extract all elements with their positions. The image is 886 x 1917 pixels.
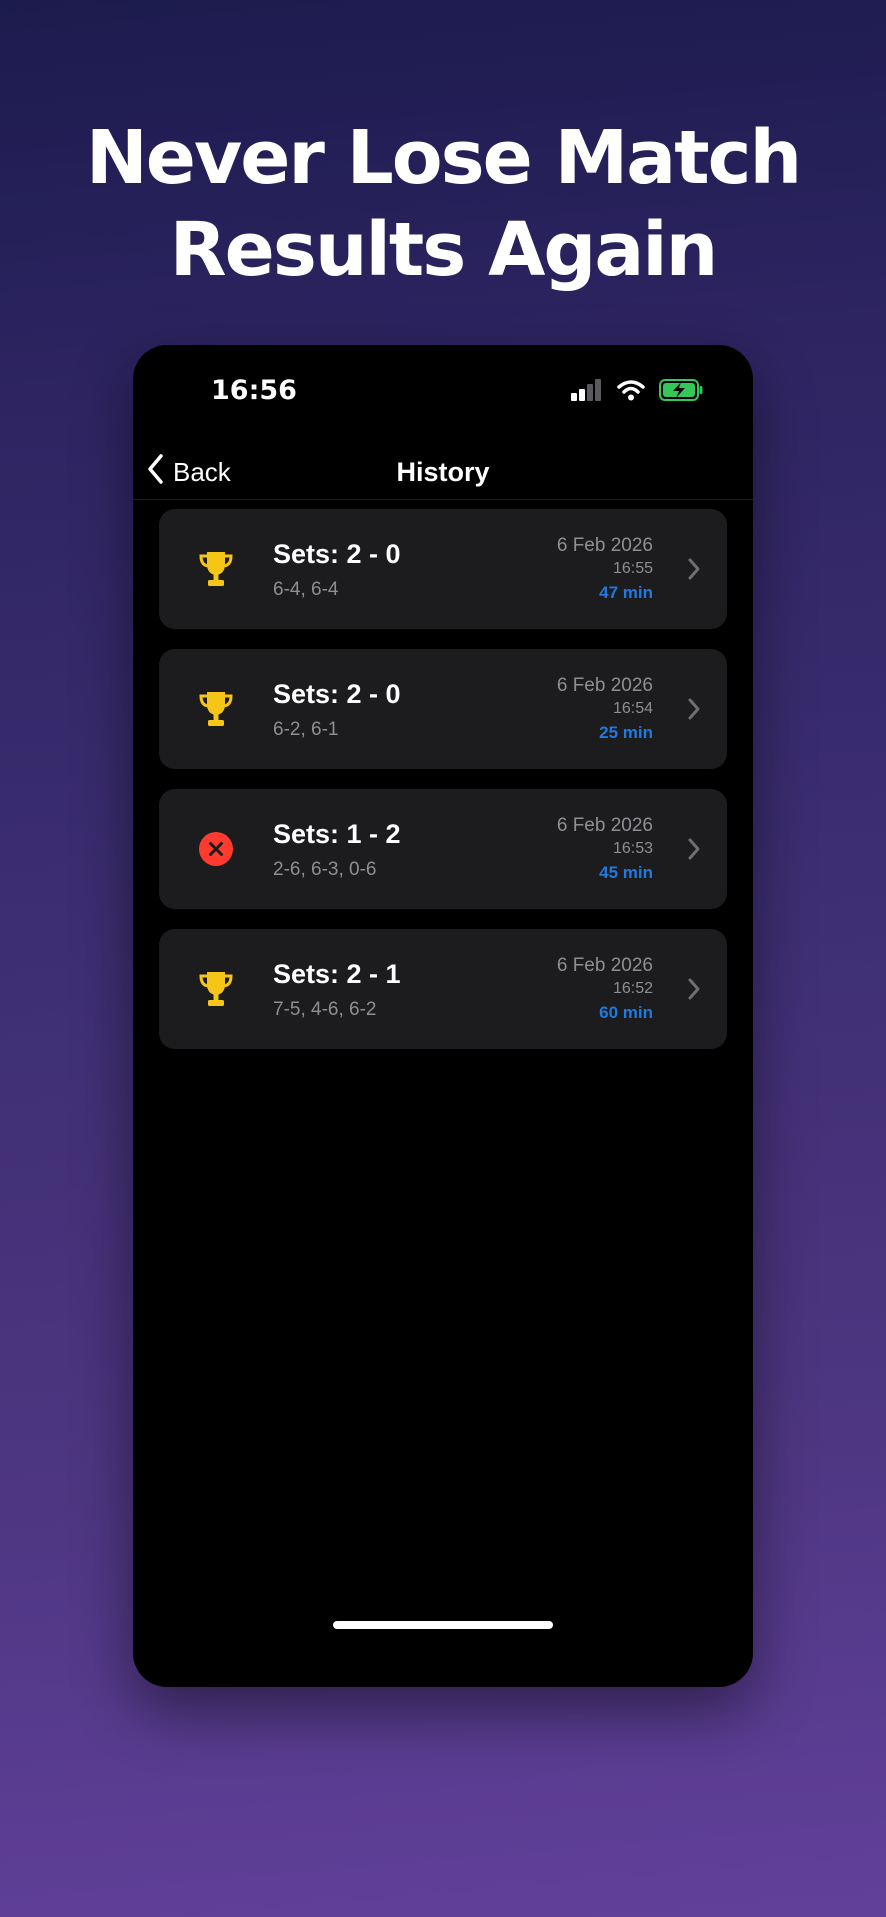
back-label: Back xyxy=(173,456,231,487)
match-row[interactable]: Sets: 1 - 2 2-6, 6-3, 0-6 6 Feb 2026 16:… xyxy=(159,789,727,909)
match-sets: Sets: 2 - 0 xyxy=(273,539,401,569)
trophy-icon xyxy=(197,550,235,588)
match-time: 16:55 xyxy=(612,560,653,577)
match-scores: 6-2, 6-1 xyxy=(273,719,339,740)
trophy-icon xyxy=(197,970,235,1008)
chevron-left-icon xyxy=(147,453,163,491)
match-duration: 47 min xyxy=(599,583,653,602)
match-sets: Sets: 2 - 0 xyxy=(273,679,401,709)
match-duration: 60 min xyxy=(599,1003,653,1022)
match-row[interactable]: Sets: 2 - 0 6-4, 6-4 6 Feb 2026 16:55 47… xyxy=(159,509,727,629)
chevron-right-icon xyxy=(687,837,701,866)
match-time: 16:53 xyxy=(612,840,653,857)
status-time: 16:56 xyxy=(211,375,297,406)
match-date: 6 Feb 2026 xyxy=(556,535,653,556)
match-date: 6 Feb 2026 xyxy=(556,815,653,836)
cellular-signal-icon xyxy=(571,379,603,406)
match-time: 16:52 xyxy=(612,980,653,997)
status-icons xyxy=(571,379,703,406)
match-duration: 25 min xyxy=(599,723,653,742)
navigation-bar: Back History xyxy=(133,445,753,500)
match-history-list: Sets: 2 - 0 6-4, 6-4 6 Feb 2026 16:55 47… xyxy=(159,509,727,1069)
match-time: 16:54 xyxy=(612,700,653,717)
match-scores: 6-4, 6-4 xyxy=(273,579,339,600)
match-duration: 45 min xyxy=(599,863,653,882)
headline-line-1: Never Lose Match xyxy=(85,115,802,201)
battery-charging-icon xyxy=(659,379,703,406)
match-scores: 2-6, 6-3, 0-6 xyxy=(273,859,377,880)
match-date: 6 Feb 2026 xyxy=(556,675,653,696)
loss-x-icon xyxy=(197,830,235,868)
wifi-icon xyxy=(617,379,645,406)
match-row[interactable]: Sets: 2 - 1 7-5, 4-6, 6-2 6 Feb 2026 16:… xyxy=(159,929,727,1049)
match-scores: 7-5, 4-6, 6-2 xyxy=(273,999,377,1020)
marketing-headline: Never Lose Match Results Again xyxy=(0,112,886,296)
match-date: 6 Feb 2026 xyxy=(556,955,653,976)
chevron-right-icon xyxy=(687,557,701,586)
match-sets: Sets: 2 - 1 xyxy=(273,959,401,989)
chevron-right-icon xyxy=(687,697,701,726)
chevron-right-icon xyxy=(687,977,701,1006)
match-sets: Sets: 1 - 2 xyxy=(273,819,401,849)
trophy-icon xyxy=(197,690,235,728)
headline-line-2: Results Again xyxy=(169,207,719,293)
back-button[interactable]: Back xyxy=(147,445,231,499)
match-row[interactable]: Sets: 2 - 0 6-2, 6-1 6 Feb 2026 16:54 25… xyxy=(159,649,727,769)
phone-screen: 16:56 Back History Sets: 2 - 0 6-4, 6-4 … xyxy=(133,345,753,1687)
home-indicator[interactable] xyxy=(333,1621,553,1629)
